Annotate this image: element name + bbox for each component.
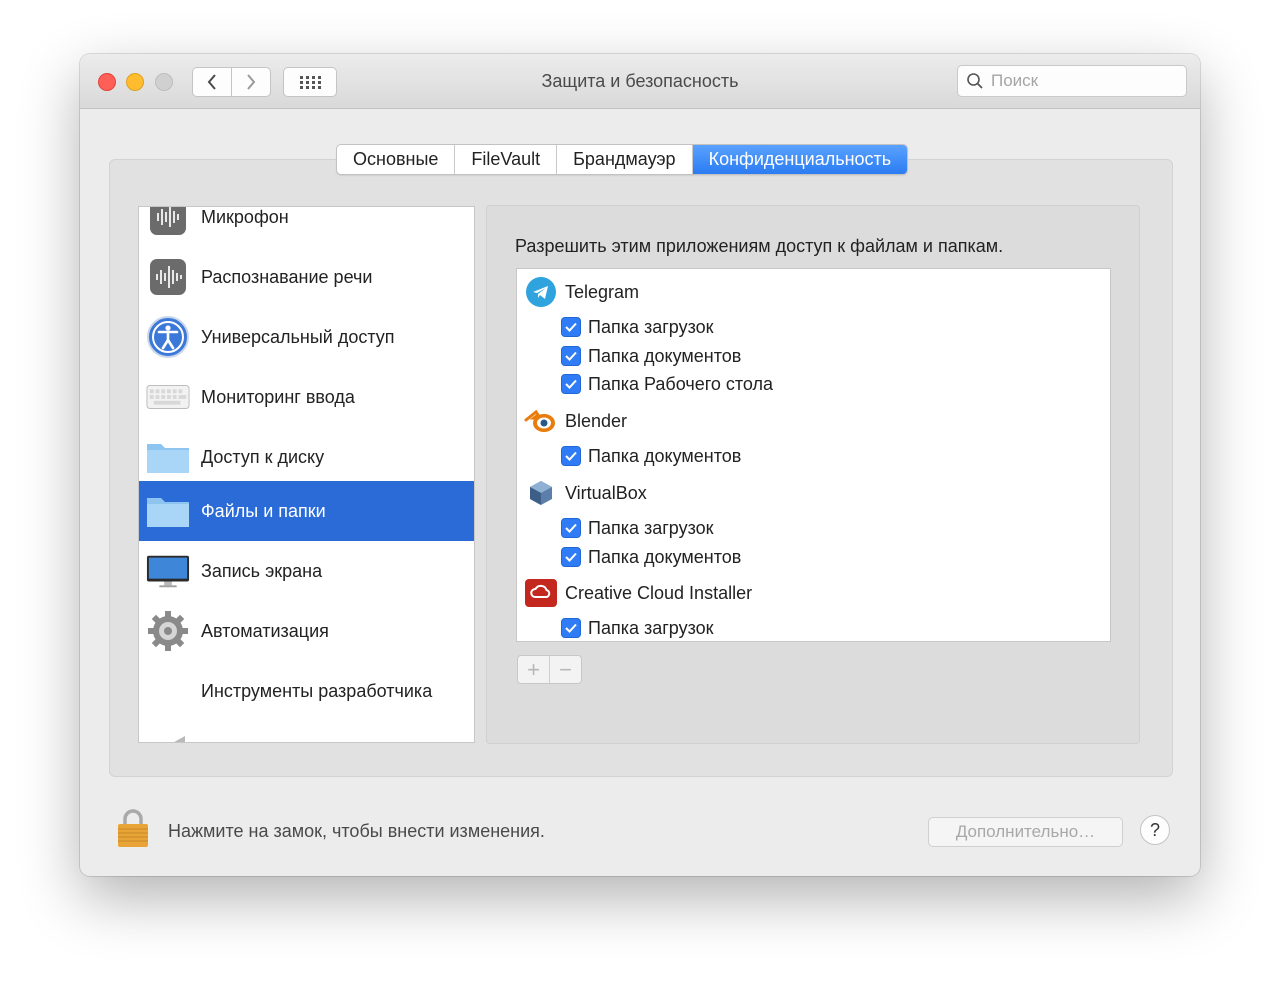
app-name: Blender: [565, 410, 628, 431]
security-privacy-window: Защита и безопасность Основные FileVault…: [80, 54, 1200, 876]
permission-row[interactable]: Папка загрузок: [561, 314, 714, 340]
checkmark-icon: [565, 351, 577, 361]
permission-row[interactable]: Папка документов: [561, 544, 741, 570]
folder-icon: [146, 489, 190, 533]
sidebar-item-label: Автоматизация: [201, 620, 329, 641]
permission-checkbox[interactable]: [561, 374, 581, 394]
sidebar-item-speech-recognition[interactable]: Распознавание речи: [139, 247, 474, 307]
accessibility-icon: [146, 315, 190, 359]
checkmark-icon: [565, 552, 577, 562]
sidebar-item-files-and-folders[interactable]: Файлы и папки: [139, 481, 474, 541]
search-field[interactable]: [957, 65, 1187, 97]
checkmark-icon: [565, 451, 577, 461]
list-item-app[interactable]: Telegram: [517, 275, 639, 309]
permission-row[interactable]: Папка Рабочего стола: [561, 371, 773, 397]
microphone-icon: [146, 207, 190, 239]
virtualbox-icon: [524, 476, 558, 510]
add-remove-buttons: + −: [517, 655, 582, 684]
sidebar-item-label: Мониторинг ввода: [201, 386, 355, 407]
sidebar-item-screen-recording[interactable]: Запись экрана: [139, 541, 474, 601]
list-item-app[interactable]: Blender: [517, 404, 627, 438]
permission-checkbox[interactable]: [561, 446, 581, 466]
sidebar-item-label: Универсальный доступ: [201, 326, 395, 347]
sidebar-item-accessibility[interactable]: Универсальный доступ: [139, 307, 474, 367]
sidebar-item-automation[interactable]: Автоматизация: [139, 601, 474, 661]
add-app-button[interactable]: +: [518, 656, 550, 683]
permission-row[interactable]: Папка документов: [561, 443, 741, 469]
telegram-icon: [524, 275, 558, 309]
remove-app-button[interactable]: −: [550, 656, 581, 683]
list-item-app[interactable]: VirtualBox: [517, 476, 647, 510]
tab-privacy[interactable]: Конфиденциальность: [692, 145, 908, 174]
permission-label: Папка Рабочего стола: [588, 373, 774, 394]
checkmark-icon: [565, 322, 577, 332]
checkmark-icon: [565, 523, 577, 533]
next-item-icon-partial: [147, 733, 187, 742]
panel-heading: Разрешить этим приложениям доступ к файл…: [515, 236, 1004, 256]
gear-icon: [146, 609, 190, 653]
folder-icon: [146, 435, 190, 479]
tab-firewall[interactable]: Брандмауэр: [557, 145, 693, 174]
permission-label: Папка загрузок: [588, 316, 714, 337]
list-item-app[interactable]: Creative Cloud Installer: [517, 576, 752, 610]
permission-checkbox[interactable]: [561, 346, 581, 366]
sidebar-item-microphone[interactable]: Микрофон: [139, 206, 474, 247]
sidebar-item-input-monitoring[interactable]: Мониторинг ввода: [139, 367, 474, 427]
lock-icon[interactable]: [116, 808, 150, 848]
search-input[interactable]: [989, 70, 1173, 92]
tab-filevault[interactable]: FileVault: [455, 145, 558, 174]
sidebar-item-label: Микрофон: [201, 206, 289, 227]
checkmark-icon: [565, 623, 577, 633]
permission-label: Папка документов: [588, 345, 742, 366]
permission-checkbox[interactable]: [561, 547, 581, 567]
privacy-category-list[interactable]: Микрофон Распознавание речи Универсальны…: [138, 206, 475, 743]
sidebar-item-label: Файлы и папки: [201, 500, 326, 521]
sidebar-item-full-disk-access[interactable]: Доступ к диску: [139, 427, 474, 487]
display-icon: [146, 549, 190, 593]
permission-label: Папка загрузок: [588, 617, 714, 638]
keyboard-icon: [146, 375, 190, 419]
sidebar-item-label: Доступ к диску: [201, 446, 325, 467]
permission-row[interactable]: Папка загрузок: [561, 515, 714, 541]
permission-checkbox[interactable]: [561, 518, 581, 538]
lock-instruction-text: Нажмите на замок, чтобы внести изменения…: [168, 821, 545, 841]
app-permission-list[interactable]: Telegram Папка загрузок Папка документов…: [516, 268, 1111, 642]
tab-bar: Основные FileVault Брандмауэр Конфиденци…: [336, 144, 909, 175]
permission-row[interactable]: Папка загрузок: [561, 615, 714, 641]
permission-row[interactable]: Папка документов: [561, 343, 741, 369]
checkmark-icon: [565, 379, 577, 389]
app-name: VirtualBox: [565, 482, 647, 503]
permission-label: Папка документов: [588, 445, 742, 466]
sidebar-item-label: Инструменты разработчика: [201, 680, 433, 701]
search-icon: [967, 73, 983, 89]
permission-label: Папка документов: [588, 546, 742, 567]
sidebar-item-developer-tools[interactable]: Инструменты разработчика: [139, 661, 474, 721]
advanced-button[interactable]: Дополнительно…: [928, 817, 1123, 847]
sidebar-item-label: Распознавание речи: [201, 266, 373, 287]
permission-checkbox[interactable]: [561, 317, 581, 337]
blender-icon: [524, 404, 558, 438]
speech-recognition-icon: [146, 255, 190, 299]
title-bar: Защита и безопасность: [80, 54, 1200, 109]
app-name: Telegram: [565, 281, 640, 302]
permission-label: Папка загрузок: [588, 517, 714, 538]
creative-cloud-icon: [524, 576, 558, 610]
sidebar-item-label: Запись экрана: [201, 560, 323, 581]
tab-general[interactable]: Основные: [337, 145, 456, 174]
permission-checkbox[interactable]: [561, 618, 581, 638]
help-button[interactable]: ?: [1140, 815, 1170, 845]
app-name: Creative Cloud Installer: [565, 582, 753, 603]
